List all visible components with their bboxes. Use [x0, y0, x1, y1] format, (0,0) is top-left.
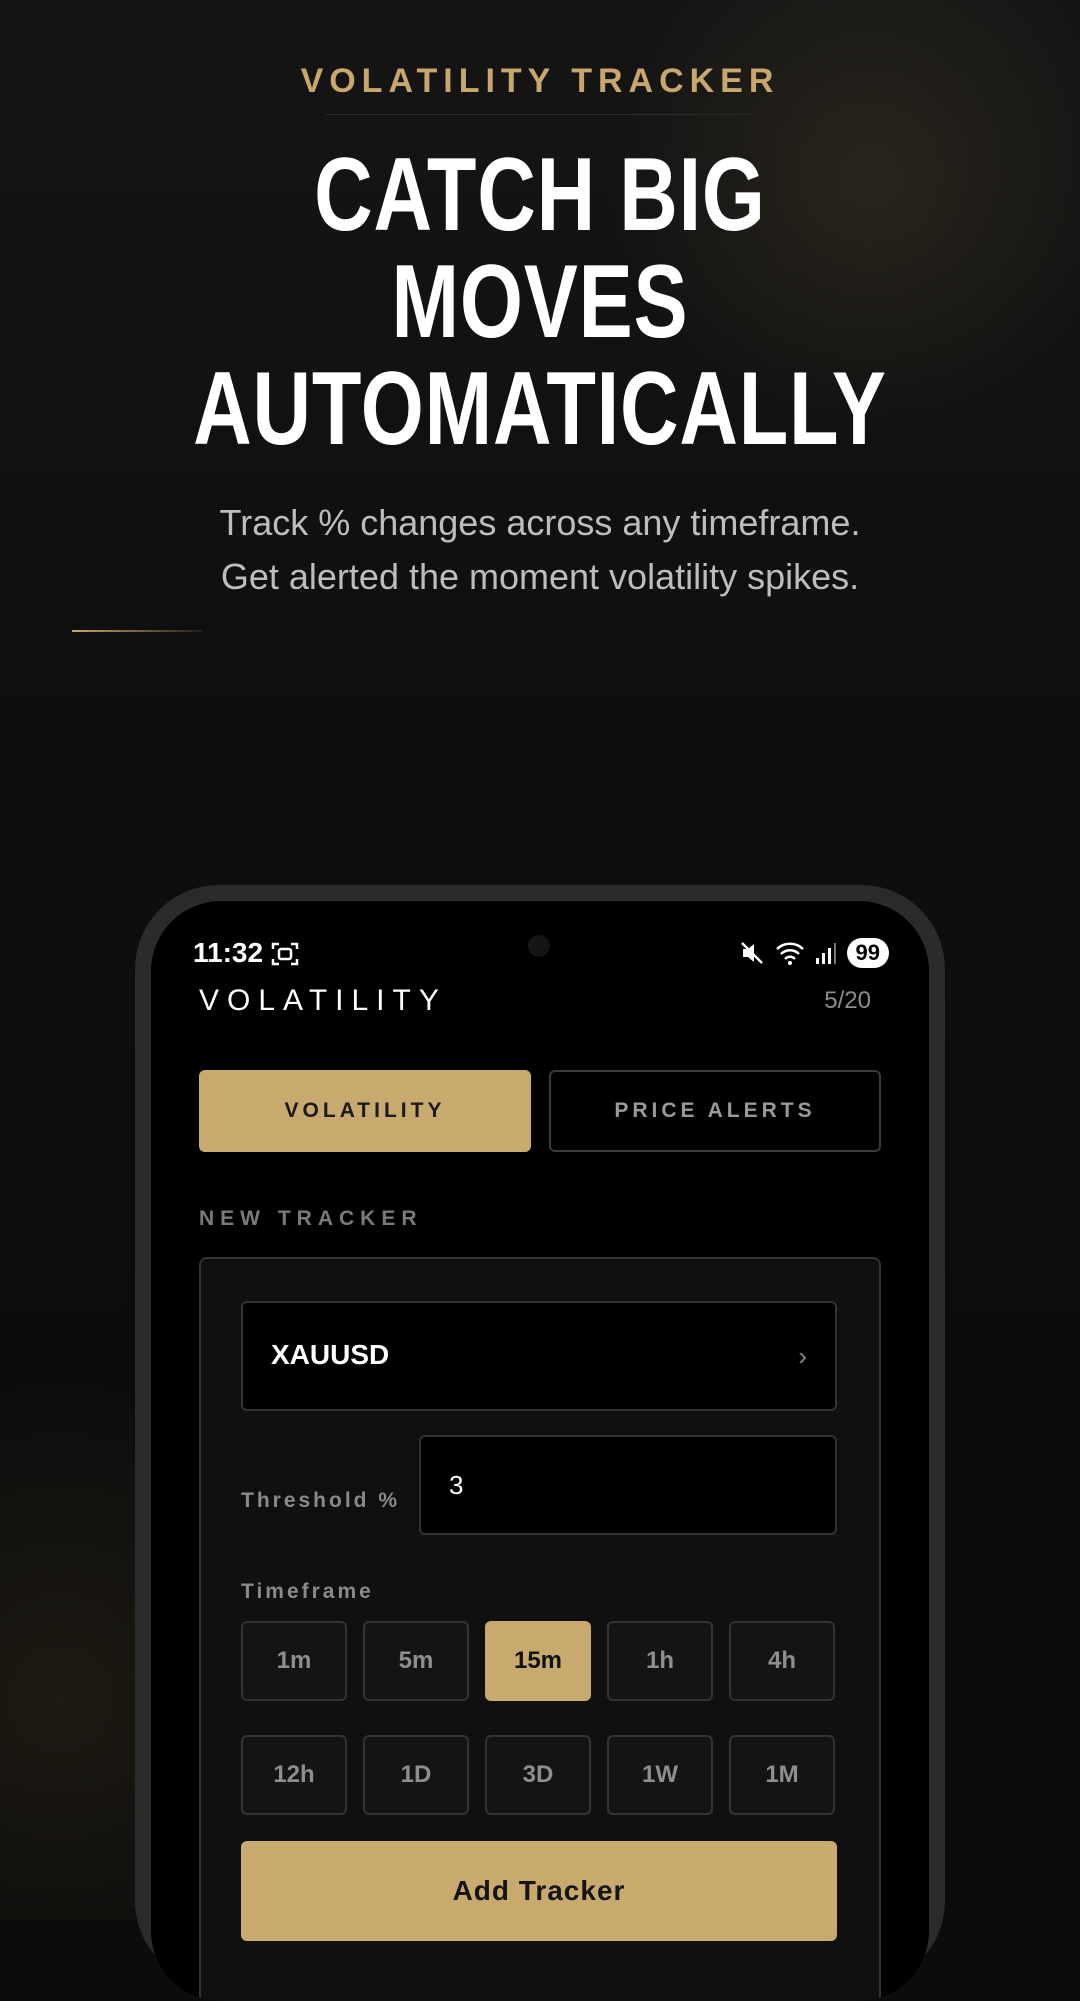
mute-icon [740, 942, 763, 964]
subtitle-line: Track % changes across any timeframe. [219, 502, 861, 543]
headline-line: CATCH BIG [314, 137, 766, 253]
new-tracker-card: XAUUSD › Threshold % Timeframe 1m 5m 15m… [199, 1257, 881, 2001]
subtitle: Track % changes across any timeframe. Ge… [0, 496, 1080, 604]
threshold-input[interactable] [419, 1435, 837, 1535]
eyebrow-divider [326, 114, 754, 115]
section-label: NEW TRACKER [199, 1207, 423, 1230]
timeframe-option[interactable]: 4h [729, 1621, 835, 1701]
timeframe-option-selected[interactable]: 15m [485, 1621, 591, 1701]
headline: CATCH BIG MOVES AUTOMATICALLY [119, 142, 961, 463]
timeframe-option[interactable]: 5m [363, 1621, 469, 1701]
timeframe-option[interactable]: 1m [241, 1621, 347, 1701]
subtitle-line: Get alerted the moment volatility spikes… [220, 556, 860, 597]
status-time: 11:32 [193, 937, 264, 968]
timeframe-option[interactable]: 12h [241, 1735, 347, 1815]
timeframe-options: 1m 5m 15m 1h 4h 12h 1D 3D 1W 1M [241, 1621, 839, 1815]
timeframe-option[interactable]: 1D [363, 1735, 469, 1815]
tab-price-alerts[interactable]: PRICE ALERTS [549, 1070, 881, 1152]
accent-line [72, 630, 202, 632]
add-tracker-button[interactable]: Add Tracker [241, 1841, 837, 1941]
headline-line: MOVES [391, 244, 689, 360]
symbol-value: XAUUSD [271, 1339, 390, 1370]
phone-screen: 11:32 99 VOLATILITY 5/20 VOLATILITY PRIC… [151, 901, 929, 2001]
headline-line: AUTOMATICALLY [193, 351, 887, 467]
status-icons: 99 [739, 937, 889, 969]
tab-volatility[interactable]: VOLATILITY [199, 1070, 531, 1152]
timeframe-option[interactable]: 1M [729, 1735, 835, 1815]
eyebrow-label: VOLATILITY TRACKER [300, 62, 780, 100]
battery-indicator: 99 [846, 938, 889, 968]
timeframe-option[interactable]: 1h [607, 1621, 713, 1701]
timeframe-option[interactable]: 3D [485, 1735, 591, 1815]
tracker-counter: 5/20 [824, 987, 871, 1014]
screenshot-icon [271, 942, 299, 966]
camera-cutout [528, 935, 550, 957]
signal-icon [815, 943, 836, 964]
app-title: VOLATILITY [199, 984, 447, 1017]
threshold-label: Threshold % [241, 1489, 401, 1512]
chevron-right-icon: › [798, 1341, 807, 1371]
timeframe-option[interactable]: 1W [607, 1735, 713, 1815]
symbol-selector[interactable]: XAUUSD › [241, 1301, 837, 1411]
timeframe-label: Timeframe [241, 1580, 374, 1603]
wifi-icon [775, 942, 804, 965]
phone-frame: 11:32 99 VOLATILITY 5/20 VOLATILITY PRIC… [135, 885, 945, 2001]
